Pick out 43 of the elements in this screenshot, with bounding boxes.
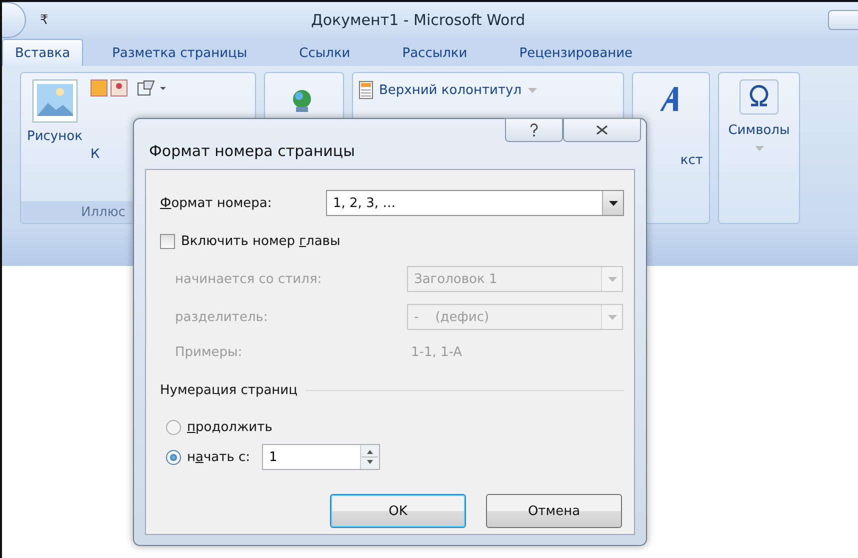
ribbon-button-label[interactable]: К: [90, 147, 100, 162]
close-button[interactable]: [563, 118, 641, 142]
dropdown-arrow-icon: [608, 200, 618, 206]
examples-label: Примеры:: [175, 344, 244, 360]
examples-value: 1-1, 1-A: [411, 344, 462, 360]
radio-button[interactable]: [166, 450, 181, 464]
dropdown-arrow-icon: [528, 88, 537, 92]
picture-button[interactable]: Рисунок: [27, 79, 82, 195]
quick-access-menu[interactable]: ₹: [40, 12, 48, 28]
separator-label: разделитель:: [175, 310, 269, 324]
help-button[interactable]: [505, 118, 563, 142]
cancel-button[interactable]: Отмена: [486, 494, 622, 528]
dropdown-arrow-icon: [608, 276, 616, 282]
dialog-title: Формат номера страницы: [149, 142, 355, 160]
radio-label[interactable]: начать с:: [187, 450, 250, 464]
symbols-button[interactable]: Символы: [728, 123, 790, 138]
radio-label[interactable]: продолжить: [187, 420, 272, 434]
header-icon: [359, 81, 373, 99]
dropdown-arrow-icon: [754, 146, 764, 151]
clip-art-icon[interactable]: [90, 79, 128, 97]
radio-button[interactable]: [166, 420, 181, 434]
ok-button[interactable]: OK: [330, 494, 466, 528]
number-format-dropdown[interactable]: 1, 2, 3, …: [326, 190, 624, 216]
header-button[interactable]: Верхний колонтитул: [379, 82, 522, 98]
section-heading: Нумерация страниц: [160, 382, 298, 398]
office-button[interactable]: [2, 2, 26, 38]
minimize-button[interactable]: [828, 10, 858, 30]
ribbon-tab[interactable]: Вставка: [2, 39, 84, 66]
chapter-style-label: начинается со стиля:: [175, 272, 323, 286]
help-icon: [529, 123, 539, 137]
include-chapter-label[interactable]: Включить номер главы: [181, 234, 340, 248]
close-icon: [596, 125, 608, 135]
picture-icon: [32, 79, 78, 123]
ribbon-tab[interactable]: Ссылки: [278, 39, 372, 66]
dropdown-arrow-icon: [608, 314, 616, 320]
ribbon-tab[interactable]: Рецензирование: [498, 39, 654, 66]
window-title: Документ1 - Microsoft Word: [310, 11, 526, 29]
checkbox[interactable]: [160, 234, 175, 248]
text-button-label[interactable]: кст: [680, 153, 703, 168]
ribbon-tab[interactable]: Рассылки: [381, 39, 488, 66]
ribbon-tab[interactable]: Разметка страницы: [91, 39, 268, 66]
start-number-field[interactable]: 1: [262, 444, 380, 470]
omega-icon: [739, 79, 779, 115]
